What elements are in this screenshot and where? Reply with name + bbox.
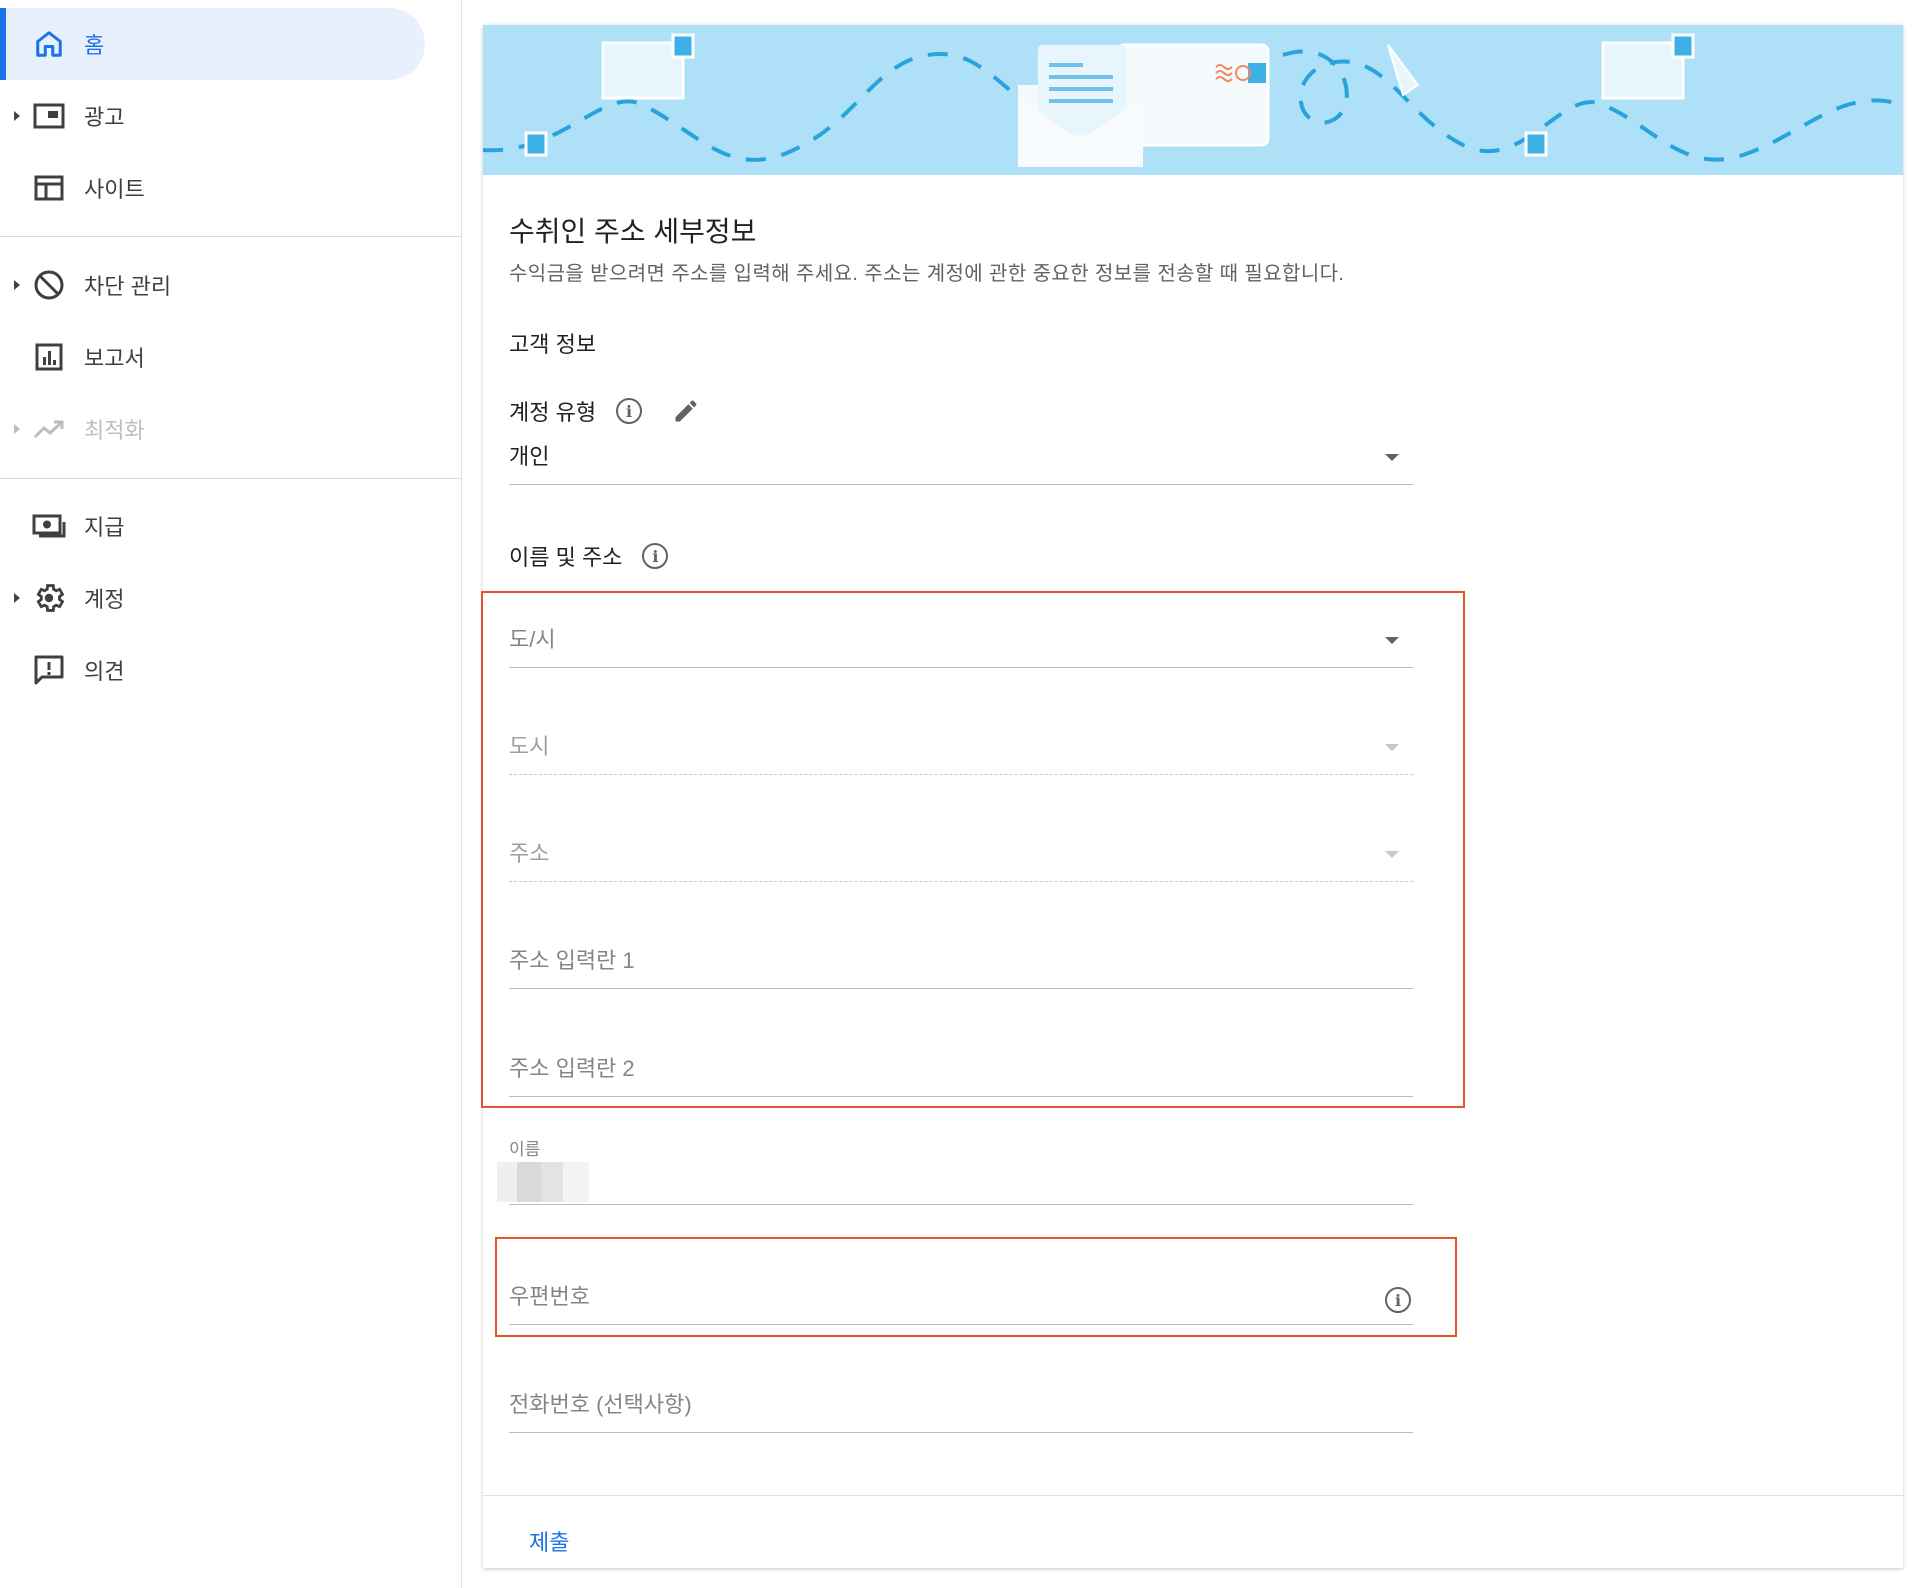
phone-input[interactable]: 전화번호 (선택사항) — [509, 1373, 1413, 1433]
field-underline — [509, 1432, 1413, 1433]
address-select: 주소 — [509, 822, 1413, 882]
dropdown-arrow-icon — [1385, 454, 1399, 461]
nav-item-ads[interactable]: 광고 — [0, 80, 425, 152]
info-icon[interactable]: i — [1385, 1287, 1411, 1313]
caret-right-icon — [14, 280, 20, 290]
field-underline — [509, 667, 1413, 668]
nav-item-reports[interactable]: 보고서 — [0, 321, 425, 393]
field-underline — [509, 881, 1413, 882]
nav-label: 최적화 — [84, 418, 145, 443]
field-underline — [509, 484, 1413, 485]
nav-label: 지급 — [84, 515, 125, 540]
nav-label: 광고 — [84, 105, 125, 130]
gear-icon — [32, 581, 66, 615]
address-form-card: 수취인 주소 세부정보 수익금을 받으려면 주소를 입력해 주세요. 주소는 계… — [481, 25, 1903, 1568]
redacted-name — [497, 1162, 589, 1202]
phone-placeholder: 전화번호 (선택사항) — [509, 1392, 692, 1417]
card-footer-divider — [483, 1495, 1903, 1496]
sidebar-divider — [0, 236, 462, 237]
nav-label: 계정 — [84, 587, 125, 612]
dropdown-arrow-icon — [1385, 851, 1399, 858]
nav-item-sites[interactable]: 사이트 — [0, 152, 425, 224]
account-type-value: 개인 — [509, 444, 550, 469]
field-underline — [509, 1324, 1413, 1325]
form-title: 수취인 주소 세부정보 — [509, 216, 757, 247]
name-label: 이름 — [509, 1140, 541, 1159]
dropdown-arrow-icon — [1385, 637, 1399, 644]
province-select[interactable]: 도/시 — [509, 608, 1413, 668]
postal-code-input[interactable]: 우편번호 i — [509, 1265, 1413, 1325]
info-icon[interactable]: i — [642, 543, 669, 569]
nav-label: 의견 — [84, 659, 125, 684]
nav-item-blocking[interactable]: 차단 관리 — [0, 249, 425, 321]
address-placeholder: 주소 — [509, 841, 550, 866]
address-line1-placeholder: 주소 입력란 1 — [509, 948, 635, 973]
name-address-heading: 이름 및 주소 — [509, 545, 623, 570]
address-line2-placeholder: 주소 입력란 2 — [509, 1056, 635, 1081]
province-placeholder: 도/시 — [509, 627, 556, 652]
city-select: 도시 — [509, 715, 1413, 775]
info-icon[interactable]: i — [616, 398, 643, 424]
field-underline — [509, 774, 1413, 775]
nav-item-account[interactable]: 계정 — [0, 562, 425, 634]
nav-item-feedback[interactable]: 의견 — [0, 634, 425, 706]
form-description: 수익금을 받으려면 주소를 입력해 주세요. 주소는 계정에 관한 중요한 정보… — [509, 263, 1345, 285]
account-type-label-row: 계정 유형 i — [509, 395, 700, 427]
nav-label: 보고서 — [84, 346, 145, 371]
city-placeholder: 도시 — [509, 734, 550, 759]
field-underline — [509, 988, 1413, 989]
pencil-edit-icon[interactable] — [672, 397, 700, 425]
nav-item-home[interactable]: 홈 — [0, 8, 425, 80]
banner-illustration — [483, 33, 1903, 167]
ads-icon — [32, 99, 66, 133]
sidebar-divider — [0, 478, 462, 479]
payments-icon — [32, 509, 66, 543]
nav-item-payments[interactable]: 지급 — [0, 490, 425, 562]
address-line2-input[interactable]: 주소 입력란 2 — [509, 1037, 1413, 1097]
name-address-heading-row: 이름 및 주소 i — [509, 540, 669, 572]
postal-code-placeholder: 우편번호 — [509, 1284, 590, 1309]
caret-right-icon — [14, 593, 20, 603]
customer-info-heading: 고객 정보 — [509, 332, 597, 357]
field-underline — [509, 1204, 1413, 1205]
nav-label: 사이트 — [84, 177, 145, 202]
account-type-select[interactable]: 개인 — [509, 425, 1413, 485]
nav-item-optimization: 최적화 — [0, 393, 425, 465]
caret-right-icon — [14, 111, 20, 121]
dropdown-arrow-icon — [1385, 744, 1399, 751]
trending-up-icon — [32, 412, 66, 446]
sites-icon — [32, 171, 66, 205]
address-line1-input[interactable]: 주소 입력란 1 — [509, 929, 1413, 989]
submit-button[interactable]: 제출 — [529, 1525, 569, 1557]
block-icon — [32, 268, 66, 302]
field-underline — [509, 1096, 1413, 1097]
name-input[interactable]: 이름 — [497, 1135, 1413, 1205]
nav-label: 홈 — [84, 33, 105, 58]
mail-banner-illustration — [483, 25, 1903, 175]
home-icon — [32, 27, 66, 61]
account-type-label: 계정 유형 — [509, 400, 597, 425]
report-chart-icon — [32, 340, 66, 374]
feedback-icon — [32, 653, 66, 687]
caret-right-icon — [14, 424, 20, 434]
nav-label: 차단 관리 — [84, 274, 172, 299]
sidebar: 홈 광고 사이트 차단 관리 보고서 최적화 지급 계정 의견 — [0, 0, 462, 1588]
